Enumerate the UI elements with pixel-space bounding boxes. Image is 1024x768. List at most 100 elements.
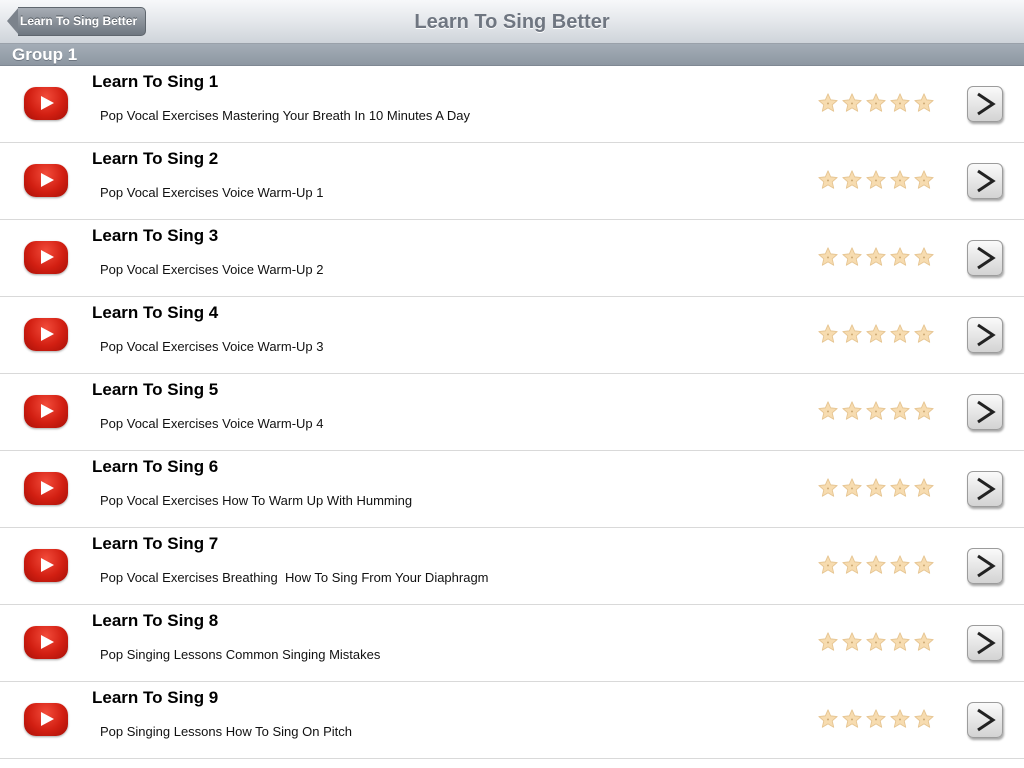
list-item[interactable]: Learn To Sing 7 Pop Vocal Exercises Brea…: [0, 528, 1024, 605]
star-icon: [890, 401, 910, 420]
lesson-subtitle: Pop Vocal Exercises Voice Warm-Up 4: [100, 416, 324, 431]
star-icon: [842, 93, 862, 112]
star-icon: [866, 555, 886, 574]
star-icon: [842, 170, 862, 189]
list-item[interactable]: Learn To Sing 3 Pop Vocal Exercises Voic…: [0, 220, 1024, 297]
star-icon: [818, 93, 838, 112]
play-icon[interactable]: [24, 549, 68, 582]
list-item[interactable]: Learn To Sing 8 Pop Singing Lessons Comm…: [0, 605, 1024, 682]
lesson-title: Learn To Sing 4: [92, 303, 219, 322]
disclosure-button[interactable]: [967, 394, 1003, 430]
star-icon: [890, 478, 910, 497]
chevron-right-icon: [977, 246, 996, 270]
rating-stars: [817, 400, 935, 422]
chevron-right-icon: [977, 323, 996, 347]
lesson-subtitle: Pop Singing Lessons How To Sing On Pitch: [100, 724, 352, 739]
list-item[interactable]: Learn To Sing 6 Pop Vocal Exercises How …: [0, 451, 1024, 528]
lesson-title: Learn To Sing 9: [92, 688, 219, 707]
page-title: Learn To Sing Better: [414, 11, 610, 33]
section-header: Group 1: [0, 44, 1024, 66]
star-icon: [818, 555, 838, 574]
star-icon: [890, 247, 910, 266]
star-icon: [818, 632, 838, 651]
rating-stars: [817, 246, 935, 268]
star-icon: [866, 401, 886, 420]
star-icon: [890, 93, 910, 112]
star-icon: [914, 555, 934, 574]
star-icon: [866, 632, 886, 651]
list-item[interactable]: Learn To Sing 5 Pop Vocal Exercises Voic…: [0, 374, 1024, 451]
navigation-bar: Learn To Sing Better Learn To Sing Bette…: [0, 0, 1024, 44]
disclosure-button[interactable]: [967, 240, 1003, 276]
lesson-title: Learn To Sing 7: [92, 534, 219, 553]
chevron-right-icon: [977, 708, 996, 732]
play-icon[interactable]: [24, 87, 68, 120]
disclosure-button[interactable]: [967, 163, 1003, 199]
lesson-subtitle: Pop Vocal Exercises Voice Warm-Up 2: [100, 262, 324, 277]
play-icon[interactable]: [24, 703, 68, 736]
list-item[interactable]: Learn To Sing 1 Pop Vocal Exercises Mast…: [0, 66, 1024, 143]
section-header-label: Group 1: [12, 45, 78, 64]
play-icon[interactable]: [24, 164, 68, 197]
chevron-right-icon: [977, 92, 996, 116]
rating-stars: [817, 477, 935, 499]
star-icon: [914, 93, 934, 112]
lesson-title: Learn To Sing 2: [92, 149, 219, 168]
star-icon: [890, 709, 910, 728]
rating-stars: [817, 554, 935, 576]
star-icon: [818, 247, 838, 266]
lesson-list[interactable]: Learn To Sing 1 Pop Vocal Exercises Mast…: [0, 66, 1024, 768]
star-icon: [842, 632, 862, 651]
disclosure-button[interactable]: [967, 86, 1003, 122]
star-icon: [866, 478, 886, 497]
chevron-right-icon: [977, 631, 996, 655]
star-icon: [914, 401, 934, 420]
star-icon: [818, 170, 838, 189]
star-icon: [890, 632, 910, 651]
star-icon: [866, 93, 886, 112]
lesson-title: Learn To Sing 8: [92, 611, 219, 630]
disclosure-button[interactable]: [967, 548, 1003, 584]
chevron-right-icon: [977, 169, 996, 193]
star-icon: [842, 555, 862, 574]
lesson-subtitle: Pop Vocal Exercises Voice Warm-Up 3: [100, 339, 324, 354]
play-icon[interactable]: [24, 626, 68, 659]
rating-stars: [817, 631, 935, 653]
disclosure-button[interactable]: [967, 702, 1003, 738]
star-icon: [818, 709, 838, 728]
chevron-right-icon: [977, 477, 996, 501]
star-icon: [866, 247, 886, 266]
list-item[interactable]: Learn To Sing 2 Pop Vocal Exercises Voic…: [0, 143, 1024, 220]
star-icon: [842, 401, 862, 420]
disclosure-button[interactable]: [967, 317, 1003, 353]
play-icon[interactable]: [24, 318, 68, 351]
star-icon: [914, 324, 934, 343]
play-icon[interactable]: [24, 472, 68, 505]
play-icon[interactable]: [24, 395, 68, 428]
lesson-subtitle: Pop Vocal Exercises Mastering Your Breat…: [100, 108, 470, 123]
star-icon: [866, 709, 886, 728]
list-item[interactable]: Learn To Sing 4 Pop Vocal Exercises Voic…: [0, 297, 1024, 374]
lesson-subtitle: Pop Singing Lessons Common Singing Mista…: [100, 647, 381, 662]
star-icon: [914, 247, 934, 266]
chevron-right-icon: [977, 400, 996, 424]
star-icon: [842, 247, 862, 266]
star-icon: [842, 324, 862, 343]
lesson-title: Learn To Sing 5: [92, 380, 219, 399]
star-icon: [914, 632, 934, 651]
star-icon: [842, 709, 862, 728]
list-item[interactable]: Learn To Sing 9 Pop Singing Lessons How …: [0, 682, 1024, 759]
disclosure-button[interactable]: [967, 471, 1003, 507]
chevron-right-icon: [977, 554, 996, 578]
play-icon[interactable]: [24, 241, 68, 274]
star-icon: [914, 709, 934, 728]
star-icon: [914, 170, 934, 189]
lesson-subtitle: Pop Vocal Exercises Breathing How To Sin…: [100, 570, 489, 585]
disclosure-button[interactable]: [967, 625, 1003, 661]
star-icon: [842, 478, 862, 497]
rating-stars: [817, 92, 935, 114]
lesson-subtitle: Pop Vocal Exercises How To Warm Up With …: [100, 493, 413, 508]
lesson-subtitle: Pop Vocal Exercises Voice Warm-Up 1: [100, 185, 324, 200]
star-icon: [818, 478, 838, 497]
star-icon: [890, 555, 910, 574]
